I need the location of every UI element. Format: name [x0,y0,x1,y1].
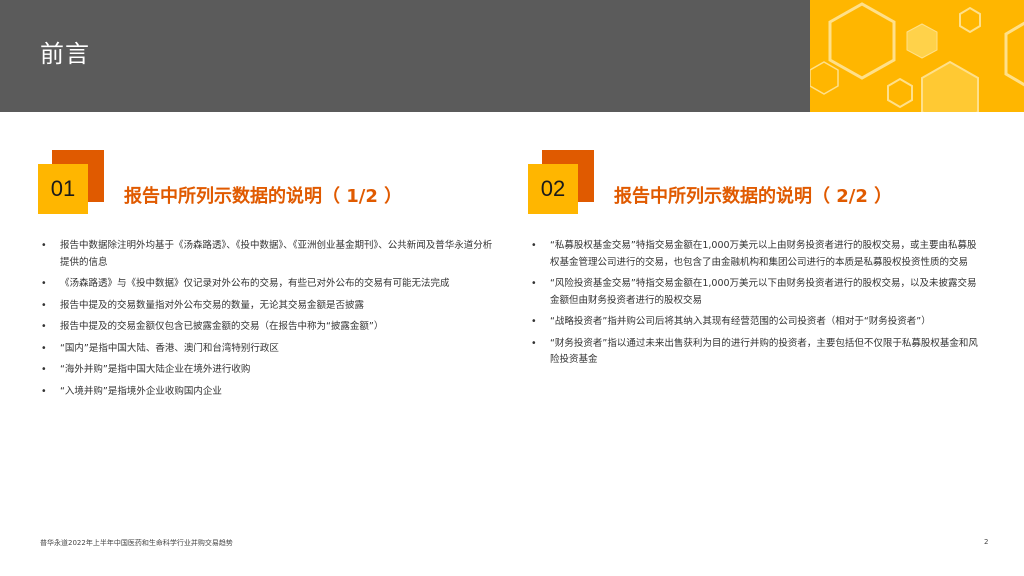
hexagon-decoration [810,0,1024,112]
bullet-list: “私募股权基金交易”特指交易金额在1,000万美元以上由财务投资者进行的股权交易… [528,238,986,374]
section-number-box: 02 [528,150,606,220]
page-title: 前言 [40,40,90,68]
section-number-box: 01 [38,150,116,220]
list-item: “财务投资者”指以通过未来出售获利为目的进行并购的投资者，主要包括但不仅限于私募… [528,336,986,369]
section-title: 报告中所列示数据的说明（ 1/2 ） [124,186,403,207]
section-number: 02 [528,164,578,214]
list-item: 《汤森路透》与《投中数据》仅记录对外公布的交易，有些已对外公布的交易有可能无法完… [38,276,496,293]
list-item: 报告中数据除注明外均基于《汤森路透》、《投中数据》、《亚洲创业基金期刊》、公共新… [38,238,496,271]
list-item: “风险投资基金交易”特指交易金额在1,000万美元以下由财务投资者进行的股权交易… [528,276,986,309]
hexagon-pattern-icon [810,2,1024,112]
list-item: “入境并购”是指境外企业收购国内企业 [38,384,496,401]
list-item: “战略投资者”指并购公司后将其纳入其现有经营范围的公司投资者（相对于“财务投资者… [528,314,986,331]
bullet-list: 报告中数据除注明外均基于《汤森路透》、《投中数据》、《亚洲创业基金期刊》、公共新… [38,238,496,405]
list-item: “国内”是指中国大陆、香港、澳门和台湾特别行政区 [38,341,496,358]
list-item: 报告中提及的交易金额仅包含已披露金额的交易（在报告中称为“披露金额”） [38,319,496,336]
list-item: 报告中提及的交易数量指对外公布交易的数量，无论其交易金额是否披露 [38,298,496,315]
section-title: 报告中所列示数据的说明（ 2/2 ） [614,186,893,207]
footer-text: 普华永道2022年上半年中国医药和生命科学行业并购交易趋势 [40,539,233,547]
section-number: 01 [38,164,88,214]
page-number: 2 [984,538,989,546]
list-item: “海外并购”是指中国大陆企业在境外进行收购 [38,362,496,379]
list-item: “私募股权基金交易”特指交易金额在1,000万美元以上由财务投资者进行的股权交易… [528,238,986,271]
